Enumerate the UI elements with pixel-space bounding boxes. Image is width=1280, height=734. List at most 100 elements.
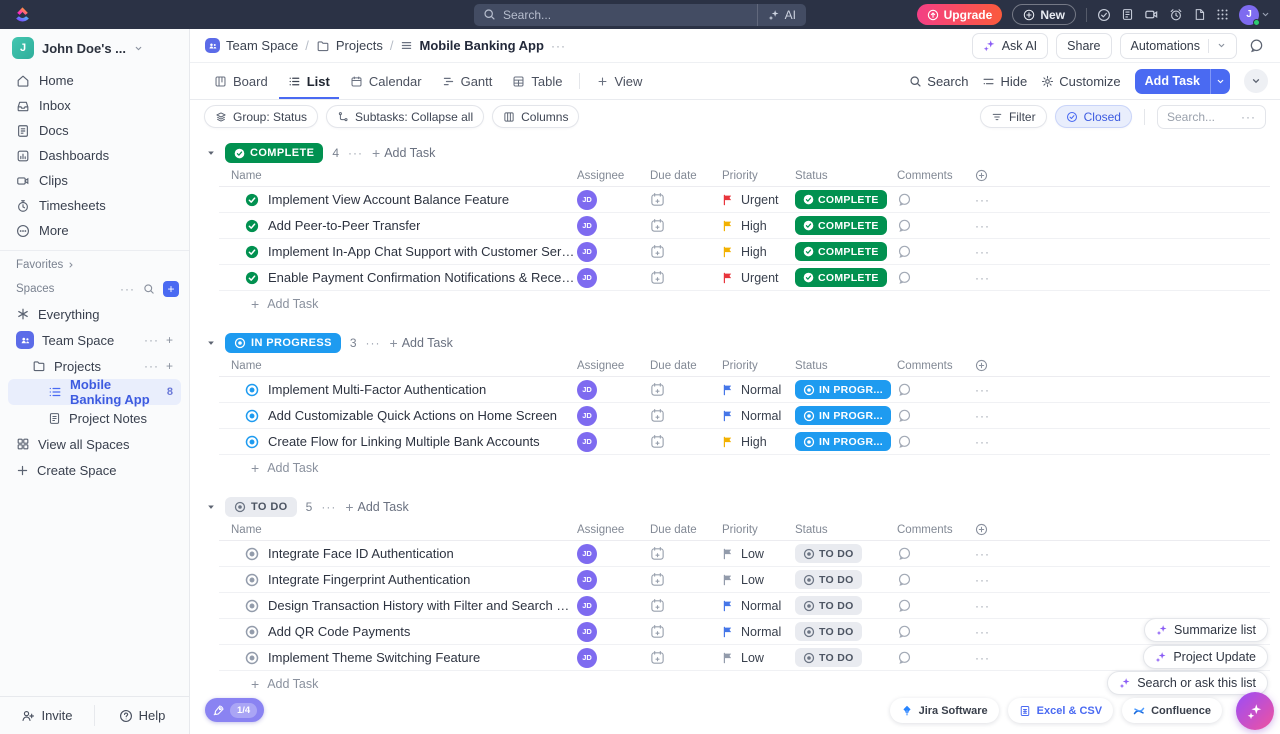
status-badge[interactable]: TO DO [795, 622, 862, 641]
list-search-menu-icon[interactable]: ··· [1241, 110, 1256, 124]
hide-button[interactable]: Hide [982, 74, 1027, 89]
task-menu-icon[interactable] [975, 409, 990, 423]
group-add-task-button[interactable]: +Add Task [372, 145, 435, 161]
breadcrumb-menu-icon[interactable] [551, 39, 566, 53]
column-header-status[interactable]: Status [795, 360, 897, 372]
column-header-priority[interactable]: Priority [722, 170, 795, 182]
search-or-ask-button[interactable]: Search or ask this list [1107, 671, 1268, 695]
sidebar-item-dashboards[interactable]: Dashboards [8, 143, 181, 168]
priority-cell[interactable]: Low [722, 547, 795, 561]
comment-bubble-icon[interactable] [897, 270, 975, 285]
comment-bubble-icon[interactable] [897, 546, 975, 561]
global-search-input[interactable]: Search... AI [474, 4, 806, 26]
sidebar-item-everything[interactable]: Everything [8, 301, 181, 327]
column-header-status[interactable]: Status [795, 170, 897, 182]
columns-chip[interactable]: Columns [492, 105, 579, 128]
clickup-logo-icon[interactable] [14, 6, 31, 23]
priority-cell[interactable]: High [722, 245, 795, 259]
subtasks-chip[interactable]: Subtasks: Collapse all [326, 105, 484, 128]
add-due-date-icon[interactable] [650, 434, 722, 449]
projects-add-icon[interactable]: + [166, 359, 173, 373]
task-menu-icon[interactable] [975, 547, 990, 561]
status-badge[interactable]: COMPLETE [795, 242, 887, 261]
collapse-header-button[interactable] [1244, 69, 1268, 93]
ai-fab-button[interactable] [1236, 692, 1274, 730]
breadcrumb-folder[interactable]: Projects [316, 38, 383, 53]
add-due-date-icon[interactable] [650, 598, 722, 613]
priority-cell[interactable]: Normal [722, 409, 795, 423]
column-header-name[interactable]: Name [219, 360, 577, 372]
priority-cell[interactable]: Normal [722, 599, 795, 613]
collapse-caret-icon[interactable] [206, 338, 216, 348]
assignee-avatar[interactable]: JD [577, 268, 597, 288]
add-due-date-icon[interactable] [650, 270, 722, 285]
add-task-dropdown-icon[interactable] [1210, 69, 1230, 94]
task-status-icon[interactable] [245, 625, 259, 639]
tab-calendar[interactable]: Calendar [341, 63, 431, 99]
projects-menu-icon[interactable] [144, 359, 159, 373]
sidebar-item-home[interactable]: Home [8, 68, 181, 93]
status-badge[interactable]: TO DO [795, 544, 862, 563]
task-row[interactable]: Add QR Code PaymentsJDNormalTO DO [219, 619, 1270, 645]
sidebar-item-inbox[interactable]: Inbox [8, 93, 181, 118]
task-row[interactable]: Integrate Fingerprint AuthenticationJDLo… [219, 567, 1270, 593]
confluence-button[interactable]: Confluence [1122, 698, 1222, 723]
assignee-avatar[interactable]: JD [577, 544, 597, 564]
task-menu-icon[interactable] [975, 435, 990, 449]
assignee-avatar[interactable]: JD [577, 242, 597, 262]
sidebar-item-view-all-spaces[interactable]: View all Spaces [8, 431, 181, 457]
notepad-icon[interactable] [1121, 8, 1134, 21]
assignee-avatar[interactable]: JD [577, 648, 597, 668]
priority-cell[interactable]: Normal [722, 625, 795, 639]
task-row[interactable]: Implement View Account Balance FeatureJD… [219, 187, 1270, 213]
sidebar-item-clips[interactable]: Clips [8, 168, 181, 193]
jira-software-button[interactable]: Jira Software [890, 698, 999, 723]
task-row[interactable]: Create Flow for Linking Multiple Bank Ac… [219, 429, 1270, 455]
column-header-comments[interactable]: Comments [897, 170, 975, 182]
task-menu-icon[interactable] [975, 573, 990, 587]
column-header-status[interactable]: Status [795, 524, 897, 536]
sidebar-item-mobile-banking-app[interactable]: Mobile Banking App8 [8, 379, 181, 405]
task-row[interactable]: Implement Multi-Factor AuthenticationJDN… [219, 377, 1270, 403]
task-status-icon[interactable] [245, 599, 259, 613]
column-header-due-date[interactable]: Due date [650, 524, 722, 536]
task-menu-icon[interactable] [975, 625, 990, 639]
status-badge[interactable]: TO DO [795, 570, 862, 589]
task-row[interactable]: Design Transaction History with Filter a… [219, 593, 1270, 619]
add-due-date-icon[interactable] [650, 572, 722, 587]
assignee-avatar[interactable]: JD [577, 216, 597, 236]
topbar-ai-button[interactable]: AI [757, 4, 806, 26]
add-due-date-icon[interactable] [650, 218, 722, 233]
task-status-icon[interactable] [245, 573, 259, 587]
team-space-menu-icon[interactable] [144, 333, 159, 347]
tab-board[interactable]: Board [205, 63, 277, 99]
task-complete-icon[interactable] [245, 271, 259, 285]
apps-grid-icon[interactable] [1216, 8, 1229, 21]
priority-cell[interactable]: High [722, 435, 795, 449]
task-menu-icon[interactable] [975, 271, 990, 285]
comment-bubble-icon[interactable] [897, 244, 975, 259]
group-status-badge[interactable]: IN PROGRESS [225, 333, 341, 353]
ask-ai-button[interactable]: Ask AI [972, 33, 1048, 59]
view-search-button[interactable]: Search [909, 74, 968, 89]
comment-bubble-icon[interactable] [897, 624, 975, 639]
add-due-date-icon[interactable] [650, 244, 722, 259]
add-task-row[interactable]: +Add Task [219, 291, 1270, 317]
comment-bubble-icon[interactable] [897, 650, 975, 665]
comment-bubble-icon[interactable] [897, 192, 975, 207]
docs-icon[interactable] [1193, 8, 1206, 21]
assignee-avatar[interactable]: JD [577, 622, 597, 642]
priority-cell[interactable]: High [722, 219, 795, 233]
group-status-badge[interactable]: TO DO [225, 497, 297, 517]
user-menu[interactable]: J [1239, 5, 1270, 25]
sidebar-item-docs[interactable]: Docs [8, 118, 181, 143]
add-due-date-icon[interactable] [650, 546, 722, 561]
spaces-search-icon[interactable] [143, 283, 155, 295]
column-header-assignee[interactable]: Assignee [577, 524, 650, 536]
task-row[interactable]: Integrate Face ID AuthenticationJDLowTO … [219, 541, 1270, 567]
priority-cell[interactable]: Urgent [722, 271, 795, 285]
column-header-name[interactable]: Name [219, 524, 577, 536]
column-header-due-date[interactable]: Due date [650, 170, 722, 182]
add-due-date-icon[interactable] [650, 408, 722, 423]
task-row[interactable]: Add Customizable Quick Actions on Home S… [219, 403, 1270, 429]
